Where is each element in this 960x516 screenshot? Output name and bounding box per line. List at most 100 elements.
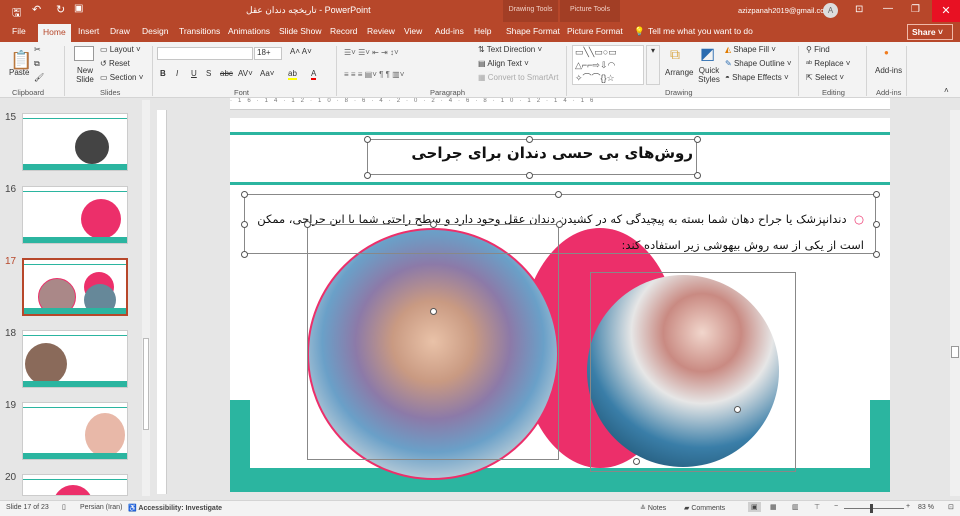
slide-thumbnail-selected[interactable] bbox=[22, 258, 128, 316]
italic-button[interactable]: I bbox=[176, 69, 178, 78]
text-direction-button[interactable]: ⇅ Text Direction ˅ bbox=[478, 45, 542, 54]
ribbon-display-icon[interactable]: ⊡ bbox=[855, 4, 863, 15]
resize-handle[interactable] bbox=[555, 191, 562, 198]
resize-handle[interactable] bbox=[304, 221, 311, 228]
replace-button[interactable]: ᵃᵇ Replace ˅ bbox=[806, 59, 850, 68]
slide-thumbnail[interactable] bbox=[22, 402, 128, 460]
section-button[interactable]: ▭ Section ˅ bbox=[100, 73, 143, 82]
shape-outline-button[interactable]: ✎ Shape Outline ˅ bbox=[725, 59, 792, 68]
tab-file[interactable]: File bbox=[12, 26, 26, 36]
collapse-ribbon-icon[interactable]: ˄ bbox=[944, 86, 949, 95]
resize-handle[interactable] bbox=[364, 172, 371, 179]
zoom-level[interactable]: 83 % bbox=[918, 504, 934, 511]
quick-styles-icon[interactable]: ◩ bbox=[700, 44, 715, 64]
tab-home[interactable]: Home bbox=[38, 24, 71, 42]
share-button[interactable]: Share ˅ bbox=[907, 24, 953, 40]
zoom-slider-thumb[interactable] bbox=[870, 504, 873, 513]
slideshow-view-icon[interactable]: ⊤ bbox=[814, 503, 820, 511]
minimize-icon[interactable]: — bbox=[883, 3, 893, 14]
fit-to-window-icon[interactable]: ⊡ bbox=[948, 503, 954, 511]
account-email[interactable]: azizpanah2019@gmail.com bbox=[738, 6, 831, 15]
shape-fill-button[interactable]: ◭ Shape Fill ˅ bbox=[725, 45, 776, 54]
shadow-button[interactable]: S bbox=[206, 69, 211, 78]
quick-styles-button[interactable]: Quick Styles bbox=[696, 66, 722, 84]
resize-handle[interactable] bbox=[430, 308, 437, 315]
convert-smartart-button[interactable]: ▦ Convert to SmartArt bbox=[478, 73, 558, 82]
resize-handle[interactable] bbox=[873, 191, 880, 198]
align-icons[interactable]: ≡ ≡ ≡ ▤˅ ¶ ¶ ▥˅ bbox=[344, 70, 404, 79]
zoom-out-button[interactable]: − bbox=[834, 503, 838, 510]
arrange-icon[interactable]: ⧉ bbox=[670, 46, 680, 63]
comments-button[interactable]: ▰ Comments bbox=[684, 504, 725, 512]
resize-handle[interactable] bbox=[873, 251, 880, 258]
tab-transitions[interactable]: Transitions bbox=[179, 26, 220, 36]
reset-button[interactable]: ↺ Reset bbox=[100, 59, 130, 68]
tab-shape-format[interactable]: Shape Format bbox=[506, 26, 560, 36]
grow-font-icon[interactable]: A˄ A˅ bbox=[290, 47, 312, 56]
resize-handle[interactable] bbox=[556, 221, 563, 228]
slide-thumbnail[interactable] bbox=[22, 186, 128, 244]
restore-icon[interactable]: ❐ bbox=[911, 4, 920, 15]
present-icon[interactable]: ▣ bbox=[74, 3, 83, 14]
normal-view-icon[interactable]: ▣ bbox=[748, 502, 761, 512]
tab-add-ins[interactable]: Add-ins bbox=[435, 26, 464, 36]
notes-button[interactable]: ≗ Notes bbox=[640, 504, 666, 512]
tab-record[interactable]: Record bbox=[330, 26, 357, 36]
select-button[interactable]: ⇱ Select ˅ bbox=[806, 73, 844, 82]
font-color-icon[interactable]: A bbox=[311, 69, 317, 80]
tab-review[interactable]: Review bbox=[367, 26, 395, 36]
resize-handle[interactable] bbox=[364, 136, 371, 143]
add-ins-icon[interactable]: ● bbox=[884, 48, 889, 57]
resize-handle[interactable] bbox=[873, 221, 880, 228]
undo-icon[interactable]: ↶ bbox=[32, 3, 41, 16]
slide-thumbnail[interactable] bbox=[22, 113, 128, 171]
add-ins-button[interactable]: Add-ins bbox=[875, 66, 902, 75]
find-button[interactable]: ⚲ Find bbox=[806, 45, 830, 54]
resize-handle[interactable] bbox=[241, 221, 248, 228]
zoom-in-button[interactable]: + bbox=[906, 503, 910, 510]
resize-handle[interactable] bbox=[734, 406, 741, 413]
avatar[interactable]: A bbox=[823, 3, 838, 18]
align-text-button[interactable]: ▤ Align Text ˅ bbox=[478, 59, 529, 68]
accessibility-button[interactable]: ♿ Accessibility: Investigate bbox=[128, 504, 222, 512]
resize-handle[interactable] bbox=[526, 136, 533, 143]
layout-button[interactable]: ▭ Layout ˅ bbox=[100, 45, 141, 54]
slide-thumbnail[interactable] bbox=[22, 330, 128, 388]
bullets-icon[interactable]: ☰˅ ☰˅ ⇤ ⇥ ↕˅ bbox=[344, 48, 399, 57]
thumbnails-scrollbar[interactable] bbox=[142, 100, 150, 496]
spellcheck-icon[interactable]: ▯ bbox=[62, 503, 66, 511]
redo-icon[interactable]: ↻ bbox=[56, 3, 65, 16]
slide-sorter-icon[interactable]: ▦ bbox=[770, 503, 777, 511]
tab-draw[interactable]: Draw bbox=[110, 26, 130, 36]
tab-insert[interactable]: Insert bbox=[78, 26, 99, 36]
tell-me-input[interactable]: Tell me what you want to do bbox=[648, 26, 753, 36]
slide-thumbnail[interactable] bbox=[22, 474, 128, 496]
change-case-button[interactable]: Aa˅ bbox=[260, 69, 274, 78]
underline-button[interactable]: U bbox=[191, 69, 197, 78]
reading-view-icon[interactable]: ▥ bbox=[792, 503, 799, 511]
tab-slide-show[interactable]: Slide Show bbox=[279, 26, 322, 36]
resize-handle[interactable] bbox=[526, 172, 533, 179]
resize-handle[interactable] bbox=[241, 251, 248, 258]
tab-picture-format[interactable]: Picture Format bbox=[567, 26, 623, 36]
cut-icon[interactable]: ✂ bbox=[34, 45, 41, 54]
format-painter-icon[interactable]: 🖌 bbox=[34, 73, 44, 82]
shapes-gallery[interactable]: ▭╲╲▭○▭ △⌐⌐⇨⇩◠ ✧⌒⌒{}☆ bbox=[572, 45, 644, 85]
resize-handle[interactable] bbox=[241, 191, 248, 198]
font-name-input[interactable] bbox=[157, 47, 253, 60]
new-slide-icon[interactable] bbox=[74, 46, 94, 61]
bold-button[interactable]: B bbox=[160, 69, 166, 78]
highlight-icon[interactable]: ab bbox=[288, 69, 297, 80]
resize-handle[interactable] bbox=[694, 136, 701, 143]
strikethrough-button[interactable]: abc bbox=[220, 69, 233, 78]
tab-animations[interactable]: Animations bbox=[228, 26, 270, 36]
paste-button[interactable]: Paste bbox=[9, 68, 29, 77]
zoom-slider[interactable] bbox=[844, 508, 904, 509]
font-size-input[interactable]: 18+ bbox=[254, 47, 282, 60]
copy-icon[interactable]: ⧉ bbox=[34, 59, 40, 69]
shapes-more-icon[interactable]: ▾ bbox=[646, 45, 660, 85]
resize-handle[interactable] bbox=[694, 172, 701, 179]
save-icon[interactable]: 🖫 bbox=[12, 4, 21, 23]
slide-scrollbar[interactable] bbox=[950, 110, 960, 496]
resize-handle[interactable] bbox=[633, 458, 640, 465]
